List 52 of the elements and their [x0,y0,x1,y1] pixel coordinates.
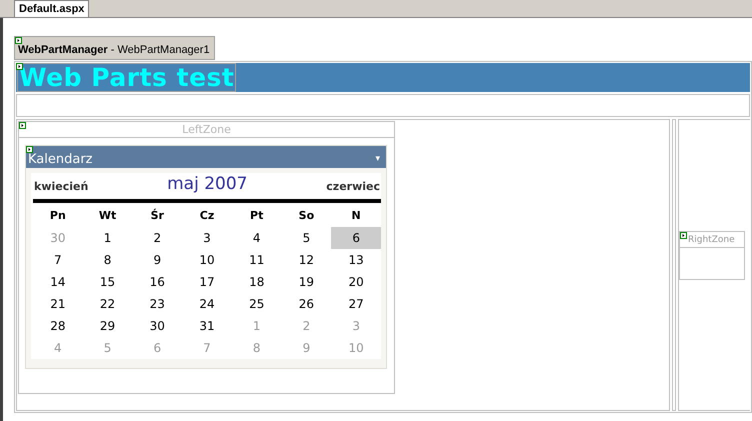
calendar-day[interactable]: 18 [232,271,282,293]
calendar-day[interactable]: 10 [182,249,232,271]
marker-icon[interactable] [15,37,22,44]
calendar-day[interactable]: 30 [132,315,182,337]
calendar-day[interactable]: 7 [33,249,83,271]
prev-month-link[interactable]: kwiecień [34,180,88,192]
day-name: So [298,208,316,224]
calendar-day[interactable]: 13 [331,249,381,271]
menu-glyph[interactable]: ▾ [375,154,380,164]
calendar-day[interactable]: 23 [132,293,182,315]
calendar-day[interactable]: 4 [232,227,282,249]
page-title: Web Parts test [17,63,236,92]
marker-icon[interactable] [26,146,33,153]
calendar-day[interactable]: 17 [182,271,232,293]
calendar-day[interactable]: 12 [282,249,332,271]
day-name: Pn [48,208,67,224]
calendar-day[interactable]: 6 [331,227,381,249]
document-tab[interactable]: Default.aspx [14,0,90,17]
zone-title: RightZone [680,232,744,248]
calendar-day[interactable]: 27 [331,293,381,315]
calendar-day[interactable]: 19 [282,271,332,293]
month-title: maj 2007 [167,174,248,194]
control-label: WebPartManager - WebPartManager1 [14,36,215,60]
calendar-day[interactable]: 15 [82,271,132,293]
marker-icon[interactable] [680,232,687,238]
calendar-day[interactable]: 2 [132,227,182,249]
calendar-day[interactable]: 24 [182,293,232,315]
calendar-day[interactable]: 14 [33,271,83,293]
calendar-day[interactable]: 9 [132,249,182,271]
zone-title: LeftZone [182,123,231,136]
day-name: Wt [98,208,118,224]
day-name: Pt [249,208,264,224]
calendar-day[interactable]: 29 [82,315,132,337]
day-name: Śr [150,208,165,224]
calendar-day[interactable]: 16 [132,271,182,293]
web-part-title: Kalendarz [28,152,92,166]
calendar-day[interactable]: 1 [82,227,132,249]
calendar-day[interactable]: 31 [182,315,232,337]
calendar-day[interactable]: 11 [232,249,282,271]
calendar-day[interactable]: 8 [82,249,132,271]
day-name: Cz [198,208,216,224]
calendar-day[interactable]: 28 [33,315,83,337]
calendar-day[interactable]: 25 [232,293,282,315]
calendar-day[interactable]: 22 [82,293,132,315]
marker-icon[interactable] [19,122,26,129]
next-month-link[interactable]: czerwiec [326,180,380,192]
calendar-day[interactable]: 3 [182,227,232,249]
calendar-day[interactable]: 5 [282,227,332,249]
day-name: N [350,208,362,224]
calendar-day[interactable]: 20 [331,271,381,293]
calendar-day[interactable]: 26 [282,293,332,315]
calendar-day[interactable]: 21 [33,293,83,315]
